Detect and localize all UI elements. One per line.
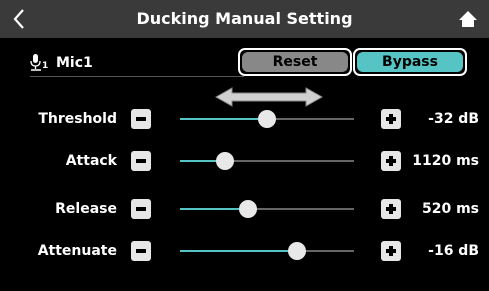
slider-fill — [180, 250, 297, 252]
slider-knob[interactable] — [287, 242, 306, 260]
release-decrease-button[interactable] — [131, 199, 151, 219]
slider-fill — [180, 208, 248, 210]
channel-name: Mic1 — [56, 55, 93, 71]
page-title: Ducking Manual Setting — [136, 9, 353, 28]
slider-knob[interactable] — [258, 110, 276, 128]
threshold-decrease-button[interactable] — [131, 109, 151, 129]
threshold-increase-button[interactable] — [381, 109, 401, 129]
slider-fill — [180, 118, 267, 120]
reset-button-label: Reset — [242, 52, 348, 72]
attenuate-slider[interactable] — [180, 241, 354, 261]
threshold-value: -32 dB — [428, 111, 479, 127]
attack-decrease-button[interactable] — [131, 151, 151, 171]
attack-value: 1120 ms — [412, 153, 479, 169]
release-label: Release — [55, 201, 117, 217]
attenuate-row: Attenuate -16 dB — [0, 236, 489, 266]
title-bar: Ducking Manual Setting — [0, 0, 489, 38]
microphone-icon: 1 — [30, 53, 48, 73]
attenuate-decrease-button[interactable] — [131, 241, 151, 261]
release-slider[interactable] — [180, 199, 354, 219]
attack-slider[interactable] — [180, 151, 354, 171]
threshold-slider[interactable] — [180, 109, 354, 129]
threshold-label: Threshold — [38, 111, 117, 127]
attenuate-label: Attenuate — [37, 243, 117, 259]
bypass-button-label: Bypass — [357, 52, 463, 72]
attack-row: Attack 1120 ms — [0, 146, 489, 176]
attack-increase-button[interactable] — [381, 151, 401, 171]
home-icon — [459, 11, 477, 27]
channel-selector: 1 Mic1 — [30, 50, 93, 76]
release-row: Release 520 ms — [0, 194, 489, 224]
slider-knob[interactable] — [216, 152, 235, 170]
attack-label: Attack — [65, 153, 117, 169]
slider-knob[interactable] — [238, 200, 257, 218]
release-value: 520 ms — [421, 201, 479, 217]
release-increase-button[interactable] — [381, 199, 401, 219]
channel-divider — [30, 76, 244, 77]
reset-button[interactable]: Reset — [238, 48, 352, 76]
threshold-row: Threshold -32 dB — [0, 104, 489, 134]
attenuate-value: -16 dB — [428, 243, 479, 259]
bypass-button[interactable]: Bypass — [353, 48, 467, 76]
attenuate-increase-button[interactable] — [381, 241, 401, 261]
mic-subscript: 1 — [42, 61, 49, 71]
home-button[interactable] — [455, 6, 481, 32]
